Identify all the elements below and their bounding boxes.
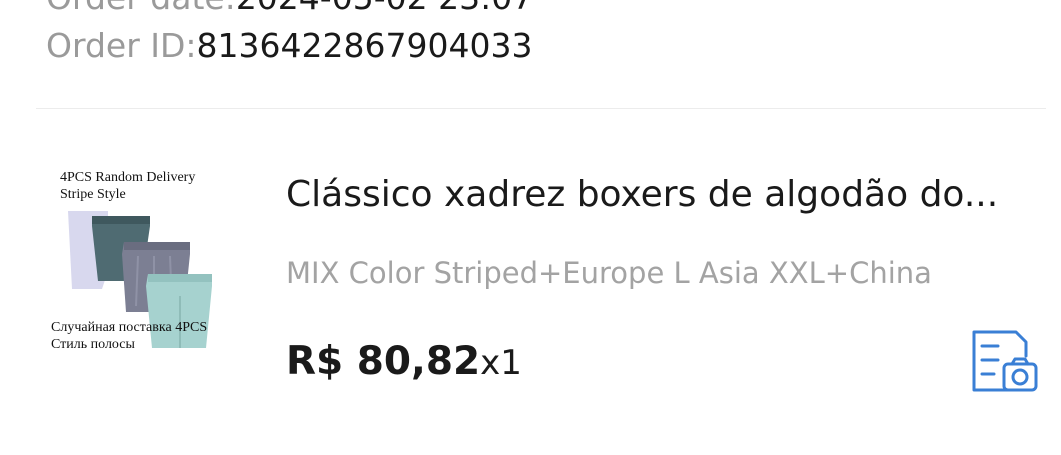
image-caption-bottom: Случайная поставка 4PCS Стиль полосы bbox=[51, 320, 208, 352]
order-id-value: 8136422867904033 bbox=[196, 26, 533, 65]
order-date-label: Order date: bbox=[46, 0, 236, 17]
product-thumbnail[interactable]: 4PCS Random Delivery Stripe Style Случай… bbox=[48, 166, 248, 362]
order-id-label: Order ID: bbox=[46, 26, 197, 65]
order-date-value: 2024-05-02 23:07 bbox=[236, 0, 533, 17]
product-price: R$ 80,82 bbox=[286, 339, 481, 384]
section-divider bbox=[36, 108, 1046, 109]
order-date: Order date:2024-05-02 23:07 bbox=[46, 0, 533, 18]
product-title[interactable]: Clássico xadrez boxers de algodão do... bbox=[286, 171, 1036, 219]
price-row: R$ 80,82x1 bbox=[286, 336, 522, 395]
image-caption-top: 4PCS Random Delivery Stripe Style bbox=[60, 170, 196, 202]
product-quantity: x1 bbox=[480, 343, 522, 383]
order-id: Order ID:8136422867904033 bbox=[46, 26, 532, 66]
product-variant: MIX Color Striped+Europe L Asia XXL+Chin… bbox=[286, 256, 932, 290]
document-camera-icon[interactable] bbox=[968, 326, 1040, 396]
